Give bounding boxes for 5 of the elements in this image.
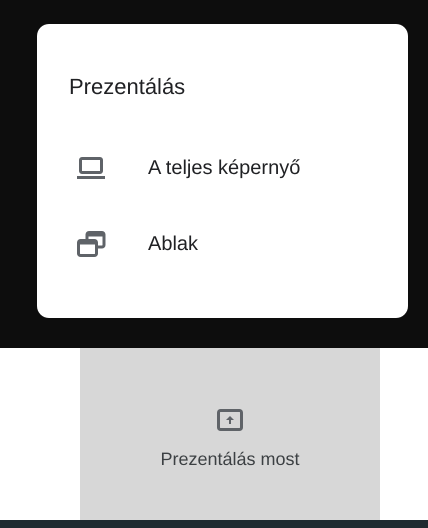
menu-item[interactable]: A teljes képernyő bbox=[69, 130, 408, 206]
menu-item[interactable]: Ablak bbox=[69, 206, 408, 282]
upload-icon bbox=[217, 408, 243, 430]
present-now-button[interactable]: Prezentálás most bbox=[80, 348, 380, 520]
menu-title: Prezentálás bbox=[69, 74, 186, 100]
